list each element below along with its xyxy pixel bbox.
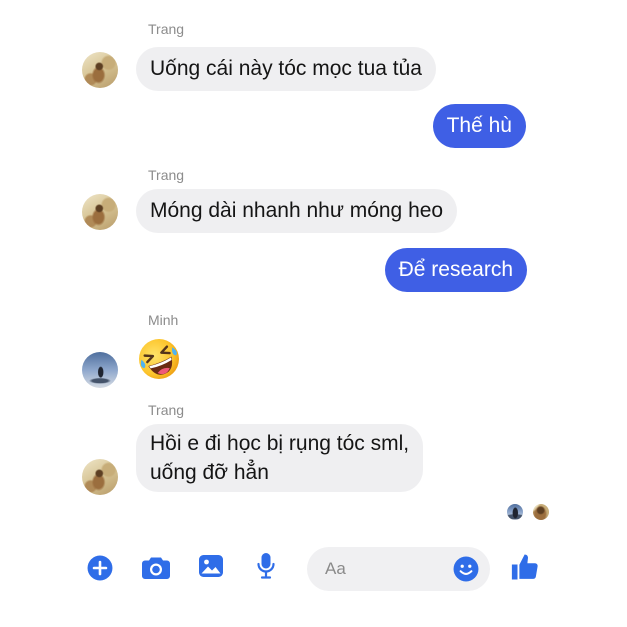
sender-name: Minh [148,312,179,328]
image-icon[interactable] [198,554,224,578]
microphone-icon[interactable] [256,552,276,580]
message-text: Để research [398,258,513,281]
trang-avatar[interactable] [82,194,118,230]
plus-circle-icon[interactable] [87,555,113,581]
incoming-message-bubble[interactable]: Móng dài nhanh như móng heo [136,189,458,233]
smiley-icon[interactable] [453,556,479,582]
trang-seen-avatar [533,504,549,520]
message-input[interactable] [325,547,443,591]
message-text: Móng dài nhanh như móng heo [150,199,444,222]
incoming-message-bubble[interactable]: Uống cái này tóc mọc tua tủa [136,47,436,91]
trang-avatar[interactable] [82,52,118,88]
thumbs-up-icon[interactable] [510,552,540,582]
message-text-line: Hồi e đi học bị rụng tóc sml, [150,432,410,455]
outgoing-message-bubble[interactable]: Thế hù [432,104,526,148]
camera-icon[interactable] [142,556,170,580]
sender-name: Trang [148,402,185,418]
minh-avatar[interactable] [82,352,118,388]
sender-name: Trang [148,21,185,37]
incoming-message-bubble[interactable]: Hồi e đi học bị rụng tóc sml, uống đỡ hẳ… [136,424,424,492]
trang-avatar[interactable] [82,459,118,495]
message-input-field[interactable] [307,547,490,591]
message-text: Thế hù [446,114,512,137]
rolling-on-floor-laughing-emoji[interactable] [136,336,182,382]
outgoing-message-bubble[interactable]: Để research [384,248,527,292]
message-text-line: uống đỡ hẳn [150,461,269,484]
message-text: Uống cái này tóc mọc tua tủa [150,57,422,80]
minh-seen-avatar [507,504,523,520]
sender-name: Trang [148,167,185,183]
chat-screen: Trang Uống cái này tóc mọc tua tủa Thế h… [0,0,627,627]
